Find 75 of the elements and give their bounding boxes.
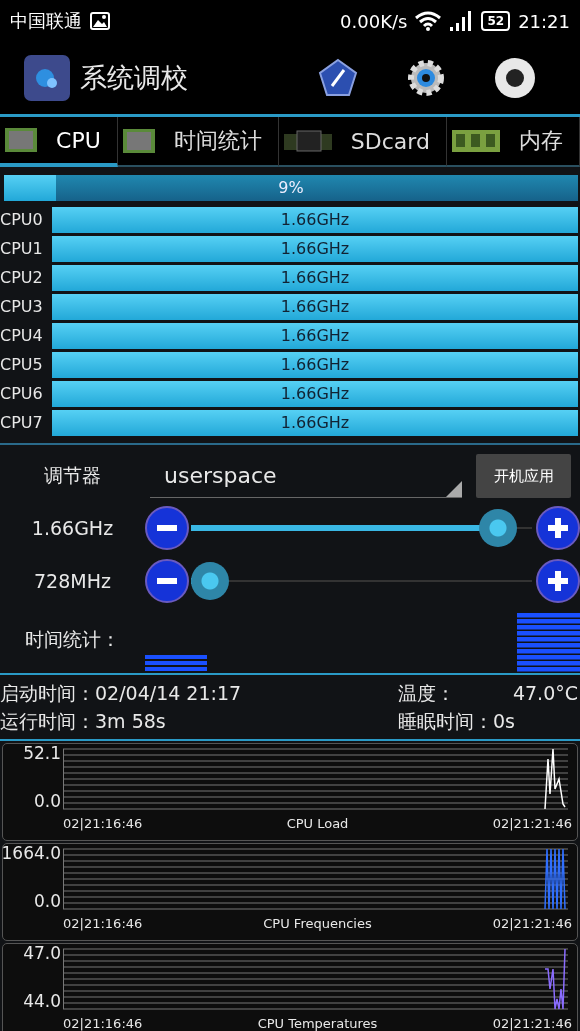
x-start-label: 02|21:16:46 [63, 915, 143, 931]
chart-title: CPU Frequencies [263, 915, 372, 931]
y-max-label: 1664.0 [1, 844, 61, 862]
network-speed: 0.00K/s [340, 10, 408, 32]
cpu-label: CPU5 [0, 355, 44, 374]
info-label: 睡眠时间： [398, 709, 493, 734]
pentagon-icon[interactable] [318, 58, 358, 98]
info-label: 启动时间： [0, 681, 95, 706]
y-min-label: 0.0 [33, 792, 61, 810]
plus-button[interactable] [536, 505, 580, 550]
app-title: 系统调校 [80, 61, 188, 95]
minus-button[interactable] [145, 558, 189, 603]
info-label: 运行时间： [0, 709, 95, 734]
y-min-label: 0.0 [33, 892, 61, 910]
info-value: 02/04/14 21:17 [95, 681, 243, 706]
chip-icon [121, 128, 156, 154]
minus-button[interactable] [145, 505, 189, 550]
cpu-frequency-reading: 1.66GHz [279, 208, 351, 231]
x-end-label: 02|21:21:46 [492, 815, 572, 831]
cpu-frequency-reading: 1.66GHz [279, 266, 351, 289]
x-start-label: 02|21:16:46 [63, 1015, 143, 1031]
y-min-label: 44.0 [23, 992, 61, 1010]
tab[interactable]: SDcard [278, 117, 447, 167]
cpu-frequency-reading: 1.66GHz [279, 324, 351, 347]
settings-icon[interactable] [406, 58, 446, 98]
tab[interactable]: 时间统计 [117, 117, 279, 167]
wifi-icon [415, 11, 442, 31]
x-end-label: 02|21:21:46 [492, 915, 572, 931]
time-stats-bar [517, 613, 580, 672]
total-usage-reading: 9% [277, 177, 305, 199]
x-end-label: 02|21:21:46 [492, 1015, 572, 1031]
y-max-label: 52.1 [23, 744, 61, 762]
frequency-label: 1.66GHz [30, 516, 115, 539]
x-start-label: 02|21:16:46 [63, 815, 143, 831]
record-icon[interactable] [494, 57, 536, 99]
chip-icon [4, 127, 38, 153]
carrier-name: 中国联通 [10, 9, 82, 33]
cpu-label: CPU1 [0, 239, 44, 258]
y-max-label: 47.0 [23, 944, 61, 962]
signal-icon [449, 11, 474, 31]
time-stats-bar [145, 655, 207, 671]
plus-button[interactable] [536, 558, 580, 603]
cpu-frequency-reading: 1.66GHz [279, 382, 351, 405]
cpu-label: CPU0 [0, 210, 44, 229]
boot-apply-button[interactable]: 开机应用 [476, 454, 571, 498]
cpu-label: CPU4 [0, 326, 44, 345]
tab[interactable]: 内存 [447, 117, 580, 167]
frequency-label: 728MHz [33, 569, 112, 592]
dropdown-corner-icon [446, 481, 462, 497]
app-logo-icon [24, 55, 70, 101]
cpu-frequency-reading: 1.66GHz [279, 411, 351, 434]
chart-title: CPU Load [286, 815, 349, 831]
cpu-label: CPU2 [0, 268, 44, 287]
battery-indicator: 52 [481, 11, 511, 31]
cpu-frequency-reading: 1.66GHz [279, 237, 351, 260]
cpu-label: CPU6 [0, 384, 44, 403]
clock-time: 21:21 [518, 10, 570, 32]
tab[interactable]: CPU [0, 117, 118, 167]
info-value: 47.0°C [511, 681, 579, 706]
slider-thumb[interactable] [191, 561, 229, 600]
ram-stick-icon [451, 127, 501, 155]
cpu-frequency-reading: 1.66GHz [279, 353, 351, 376]
info-value: 3m 58s [95, 709, 167, 734]
time-stats-label: 时间统计： [24, 627, 121, 652]
info-value: 0s [493, 709, 516, 734]
governor-dropdown[interactable]: userspace [150, 454, 462, 498]
image-icon [90, 12, 110, 30]
cpu-label: CPU3 [0, 297, 44, 316]
slider-thumb[interactable] [478, 508, 517, 547]
cpu-label: CPU7 [0, 413, 44, 432]
cpu-frequency-reading: 1.66GHz [279, 295, 351, 318]
memory-card-icon [282, 128, 333, 154]
chart-title: CPU Temperatures [257, 1015, 378, 1031]
info-label: 温度： [398, 681, 455, 706]
governor-label: 调节器 [43, 463, 102, 488]
